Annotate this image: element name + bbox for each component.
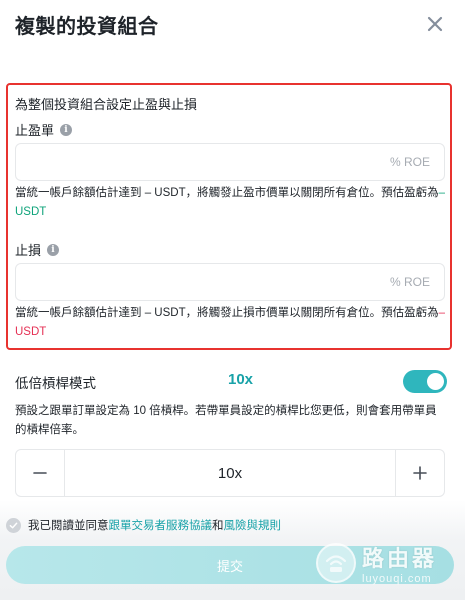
stop-loss-hint: 當統一帳戶餘額估計達到 – USDT，將觸發止損市價單以關閉所有倉位。預估盈虧為… <box>15 304 447 342</box>
leverage-stepper: 10x <box>15 449 445 497</box>
stop-loss-label-row: 止損 i <box>15 240 60 259</box>
toggle-knob <box>427 373 444 390</box>
modal-header: 複製的投資組合 <box>0 0 465 48</box>
increase-button[interactable] <box>396 450 444 496</box>
close-icon[interactable] <box>427 16 443 32</box>
leverage-toggle[interactable] <box>403 370 447 393</box>
take-profit-input-box[interactable]: % ROE <box>15 143 445 181</box>
decrease-button[interactable] <box>16 450 64 496</box>
leverage-description: 預設之跟單訂單設定為 10 倍槓桿。若帶單員設定的槓桿比您更低，則會套用帶單員的… <box>15 405 437 436</box>
watermark-cn: 路由器 <box>362 546 438 571</box>
leverage-row: 低倍槓桿模式 10x <box>15 370 447 394</box>
stop-loss-unit: % ROE <box>389 275 430 289</box>
info-icon[interactable]: i <box>60 123 73 136</box>
router-logo-icon <box>316 543 356 583</box>
take-profit-input[interactable] <box>16 144 390 180</box>
watermark-text: 路由器 luyouqi.com <box>362 541 437 585</box>
check-icon <box>9 522 18 528</box>
info-icon[interactable]: i <box>47 243 60 256</box>
agreement-prefix: 我已閱讀並同意 <box>28 520 109 532</box>
agree-checkbox[interactable] <box>6 517 21 533</box>
tpsl-description: 為整個投資組合設定止盈與止損 <box>15 97 198 112</box>
take-profit-unit: % ROE <box>389 155 430 169</box>
watermark-en: luyouqi.com <box>362 573 432 585</box>
take-profit-label: 止盈單 <box>15 123 55 138</box>
stop-loss-hint-text: 當統一帳戶餘額估計達到 – USDT，將觸發止損市價單以關閉所有倉位。預估盈虧為 <box>15 307 439 319</box>
plus-icon <box>413 466 427 480</box>
stop-loss-label: 止損 <box>15 243 42 258</box>
agreement-text: 我已閱讀並同意跟單交易者服務協議和風險與規則 <box>28 517 281 533</box>
leverage-mode-label: 低倍槓桿模式 <box>15 376 96 391</box>
leverage-stepper-value[interactable]: 10x <box>64 450 396 496</box>
take-profit-label-row: 止盈單 i <box>15 120 73 139</box>
leverage-value: 10x <box>228 371 254 388</box>
agreement-row: 我已閱讀並同意跟單交易者服務協議和風險與規則 <box>6 517 281 533</box>
watermark: 路由器 luyouqi.com <box>316 533 456 593</box>
service-agreement-link[interactable]: 跟單交易者服務協議 <box>109 520 213 532</box>
close-button[interactable] <box>421 10 449 38</box>
stop-loss-input-box[interactable]: % ROE <box>15 263 445 301</box>
modal-title: 複製的投資組合 <box>15 15 159 38</box>
risk-rules-link[interactable]: 風險與規則 <box>224 520 282 532</box>
take-profit-hint: 當統一帳戶餘額估計達到 – USDT，將觸發止盈市價單以關閉所有倉位。預估盈虧為… <box>15 184 447 222</box>
take-profit-hint-text: 當統一帳戶餘額估計達到 – USDT，將觸發止盈市價單以關閉所有倉位。預估盈虧為 <box>15 187 439 199</box>
minus-icon <box>33 472 47 474</box>
agreement-conjunction: 和 <box>212 520 224 532</box>
stop-loss-input[interactable] <box>16 264 390 300</box>
